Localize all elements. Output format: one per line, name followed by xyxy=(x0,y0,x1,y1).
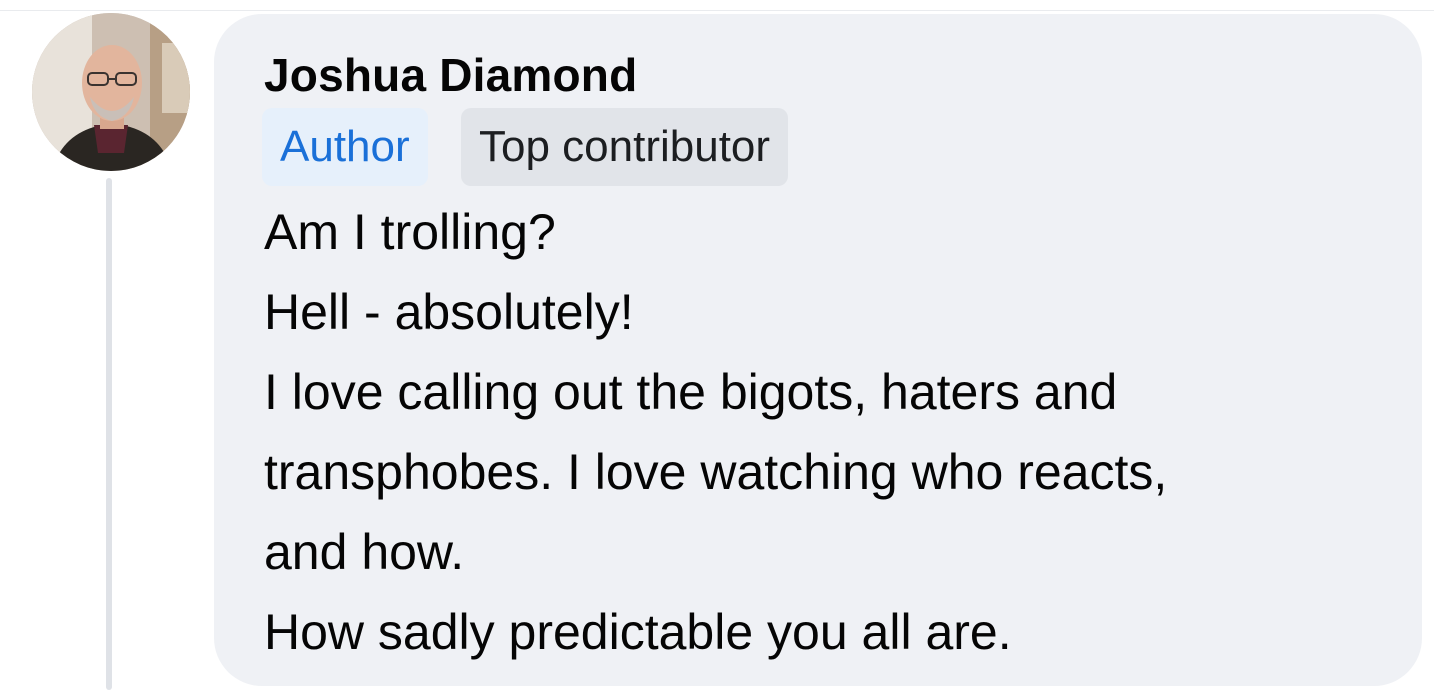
comment-line: How sadly predictable you all are. xyxy=(264,604,1012,660)
author-badge: Author xyxy=(262,108,428,186)
top-divider xyxy=(0,0,1434,11)
comment-line: transphobes. I love watching who reacts, xyxy=(264,444,1168,500)
comment-line: Am I trolling? xyxy=(264,204,556,260)
thread-line xyxy=(106,178,112,690)
comment-line: I love calling out the bigots, haters an… xyxy=(264,364,1118,420)
comment-line: Hell - absolutely! xyxy=(264,284,634,340)
comment-text: Am I trolling? Hell - absolutely! I love… xyxy=(264,192,1384,672)
profile-photo-icon xyxy=(32,13,190,171)
author-name[interactable]: Joshua Diamond xyxy=(264,48,637,102)
avatar[interactable] xyxy=(32,13,190,171)
comment-line: and how. xyxy=(264,524,465,580)
top-contributor-badge: Top contributor xyxy=(461,108,789,186)
